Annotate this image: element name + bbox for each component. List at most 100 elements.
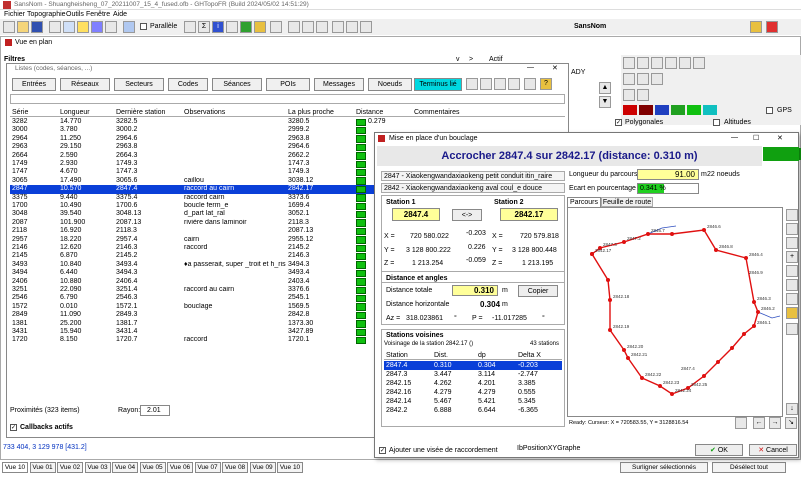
view-tab[interactable]: Vue 02: [57, 462, 83, 473]
table-row[interactable]: 3431 15.940 3431.4 3427.89: [10, 328, 413, 336]
tool-icon[interactable]: [637, 57, 649, 69]
arrow-diag-icon[interactable]: ↘: [785, 417, 797, 429]
station-point[interactable]: [590, 252, 594, 256]
callbacks-checkbox[interactable]: ✓: [10, 424, 17, 431]
col-station[interactable]: Station: [386, 352, 408, 359]
tab-seances[interactable]: Séances: [212, 78, 262, 91]
station-point[interactable]: [744, 256, 748, 260]
tab-parcours[interactable]: Parcours: [567, 197, 601, 207]
col-commentaires[interactable]: Commentaires: [414, 109, 460, 116]
parcours-graph[interactable]: 2847.3 2842.17 2847.2 2846.7 2846.6 2846.8 284…: [567, 207, 783, 417]
tool-icon[interactable]: [665, 57, 677, 69]
table-row[interactable]: 3375 9.440 3375.4 raccord cairn 3373.6: [10, 194, 413, 202]
arrow-up-icon[interactable]: ▲: [599, 82, 611, 94]
tab-secteurs[interactable]: Secteurs: [114, 78, 164, 91]
tool-icon[interactable]: [693, 57, 705, 69]
tool-icon[interactable]: [105, 21, 117, 33]
table-row[interactable]: 1381 25.200 1381.7 1373.30: [10, 320, 413, 328]
menu-fichier[interactable]: Fichier: [4, 11, 25, 18]
graph-tool-icon[interactable]: [786, 323, 798, 335]
tool-icon[interactable]: [651, 57, 663, 69]
color-green2[interactable]: [687, 105, 701, 115]
station-point[interactable]: [702, 374, 706, 378]
tool-icon[interactable]: [679, 57, 691, 69]
menu-topographie[interactable]: Topographie: [27, 11, 66, 18]
voisine-row[interactable]: 2847.3 3.447 3.114 -2.747: [384, 370, 562, 379]
voisine-row[interactable]: 2847.4 0.310 0.304 -0.203: [384, 361, 562, 370]
new-icon[interactable]: [3, 21, 15, 33]
table-row[interactable]: 3493 10.840 3493.4 ♦a passerait, super _tro…: [10, 261, 413, 269]
tool-icon[interactable]: [184, 21, 196, 33]
tool-icon[interactable]: [637, 89, 649, 101]
tool-icon[interactable]: [240, 21, 252, 33]
tool-icon[interactable]: [254, 21, 266, 33]
station-point[interactable]: [646, 232, 650, 236]
tab-feuille-de-route[interactable]: Feuille de route: [601, 197, 653, 207]
tab-codes[interactable]: Codes: [168, 78, 208, 91]
voisine-row[interactable]: 2842.16 4.279 4.279 0.555: [384, 388, 562, 397]
table-row[interactable]: 2964 11.250 2964.6 2963.8: [10, 135, 413, 143]
station-point[interactable]: [622, 348, 626, 352]
filter-v[interactable]: v: [456, 56, 460, 63]
table-row[interactable]: 3251 22.090 3251.4 raccord au cairn 3376.6: [10, 286, 413, 294]
arrow-down-icon[interactable]: ▼: [599, 96, 611, 108]
deselect-button[interactable]: Désélect tout: [712, 462, 786, 473]
station-point[interactable]: [640, 376, 644, 380]
arrow-right-icon[interactable]: →: [769, 417, 781, 429]
viseee-checkbox[interactable]: ✓: [379, 447, 386, 454]
tool-icon[interactable]: [360, 21, 372, 33]
station-point[interactable]: [626, 356, 630, 360]
tool-icon[interactable]: [623, 73, 635, 85]
table-row[interactable]: 1747 4.670 1747.3 1749.3: [10, 168, 413, 177]
station-point[interactable]: [714, 248, 718, 252]
view-tab[interactable]: Vue 01: [29, 462, 56, 473]
tool-icon[interactable]: [123, 21, 135, 33]
col-la-plus-proche[interactable]: La plus proche: [288, 109, 334, 116]
rayon-input[interactable]: 2.01: [140, 405, 170, 416]
arrow-down-icon[interactable]: ↓: [786, 403, 798, 415]
view-tab[interactable]: Vue 07: [194, 462, 221, 473]
view-tab[interactable]: Vue 04: [112, 462, 138, 473]
tool-icon[interactable]: [91, 21, 103, 33]
filter-gt[interactable]: >: [469, 56, 473, 63]
swap-button[interactable]: <->: [452, 209, 482, 221]
view-tab[interactable]: Vue 03: [84, 462, 111, 473]
minimize-icon[interactable]: —: [731, 134, 738, 141]
view-tab[interactable]: Vue 10: [2, 462, 28, 473]
table-row[interactable]: 3282 14.770 3282.5 3280.5 0.279: [10, 118, 413, 126]
station-point[interactable]: [702, 228, 706, 232]
table-row[interactable]: 2546 6.790 2546.3 2545.1: [10, 294, 413, 303]
col-delta-x[interactable]: Delta X: [518, 352, 541, 359]
info-icon[interactable]: i: [212, 21, 224, 33]
col-derniere-station[interactable]: Dernière station: [116, 109, 165, 116]
station-point[interactable]: [608, 298, 612, 302]
cancel-button[interactable]: ✕ Cancel: [749, 444, 797, 456]
tool-icon[interactable]: [49, 21, 61, 33]
color-green[interactable]: [671, 105, 685, 115]
filter-input[interactable]: [10, 94, 565, 104]
voisine-row[interactable]: 2842.14 5.467 5.421 5.345: [384, 397, 562, 406]
view-tab[interactable]: Vue 08: [222, 462, 248, 473]
station2-input[interactable]: 2842.17: [500, 208, 558, 221]
view-tab[interactable]: Vue 09: [249, 462, 276, 473]
tool-icon[interactable]: [288, 21, 300, 33]
tab-noeuds[interactable]: Noeuds: [368, 78, 412, 91]
graph-tool-icon[interactable]: [786, 237, 798, 249]
altitudes-checkbox[interactable]: [713, 119, 720, 126]
tab-messages[interactable]: Messages: [314, 78, 364, 91]
station-point[interactable]: [670, 232, 674, 236]
table-row[interactable]: 2664 2.590 2664.3 2662.2: [10, 152, 413, 160]
voisine-row[interactable]: 2842.15 4.262 4.201 3.385: [384, 379, 562, 388]
table-row[interactable]: 2146 12.620 2146.3 raccord 2145.2: [10, 244, 413, 252]
table-row[interactable]: 1700 10.490 1700.6 boucle ferm_e 1699.4: [10, 202, 413, 210]
table-row[interactable]: 3000 3.780 3000.2 2999.2: [10, 126, 413, 135]
minimize-icon[interactable]: —: [527, 64, 534, 71]
tool-icon[interactable]: [766, 21, 778, 33]
graph-tool-icon[interactable]: [786, 265, 798, 277]
table-row[interactable]: 3048 39.540 3048.13 d_part lat_ral 3052.1: [10, 210, 413, 219]
table-row[interactable]: 2087 101.900 2087.13 rivière dans laminoir 2…: [10, 219, 413, 227]
tab-entrees[interactable]: Entrées: [12, 78, 56, 91]
color-darkred[interactable]: [639, 105, 653, 115]
station-point[interactable]: [756, 310, 760, 314]
tool-icon[interactable]: [63, 21, 75, 33]
